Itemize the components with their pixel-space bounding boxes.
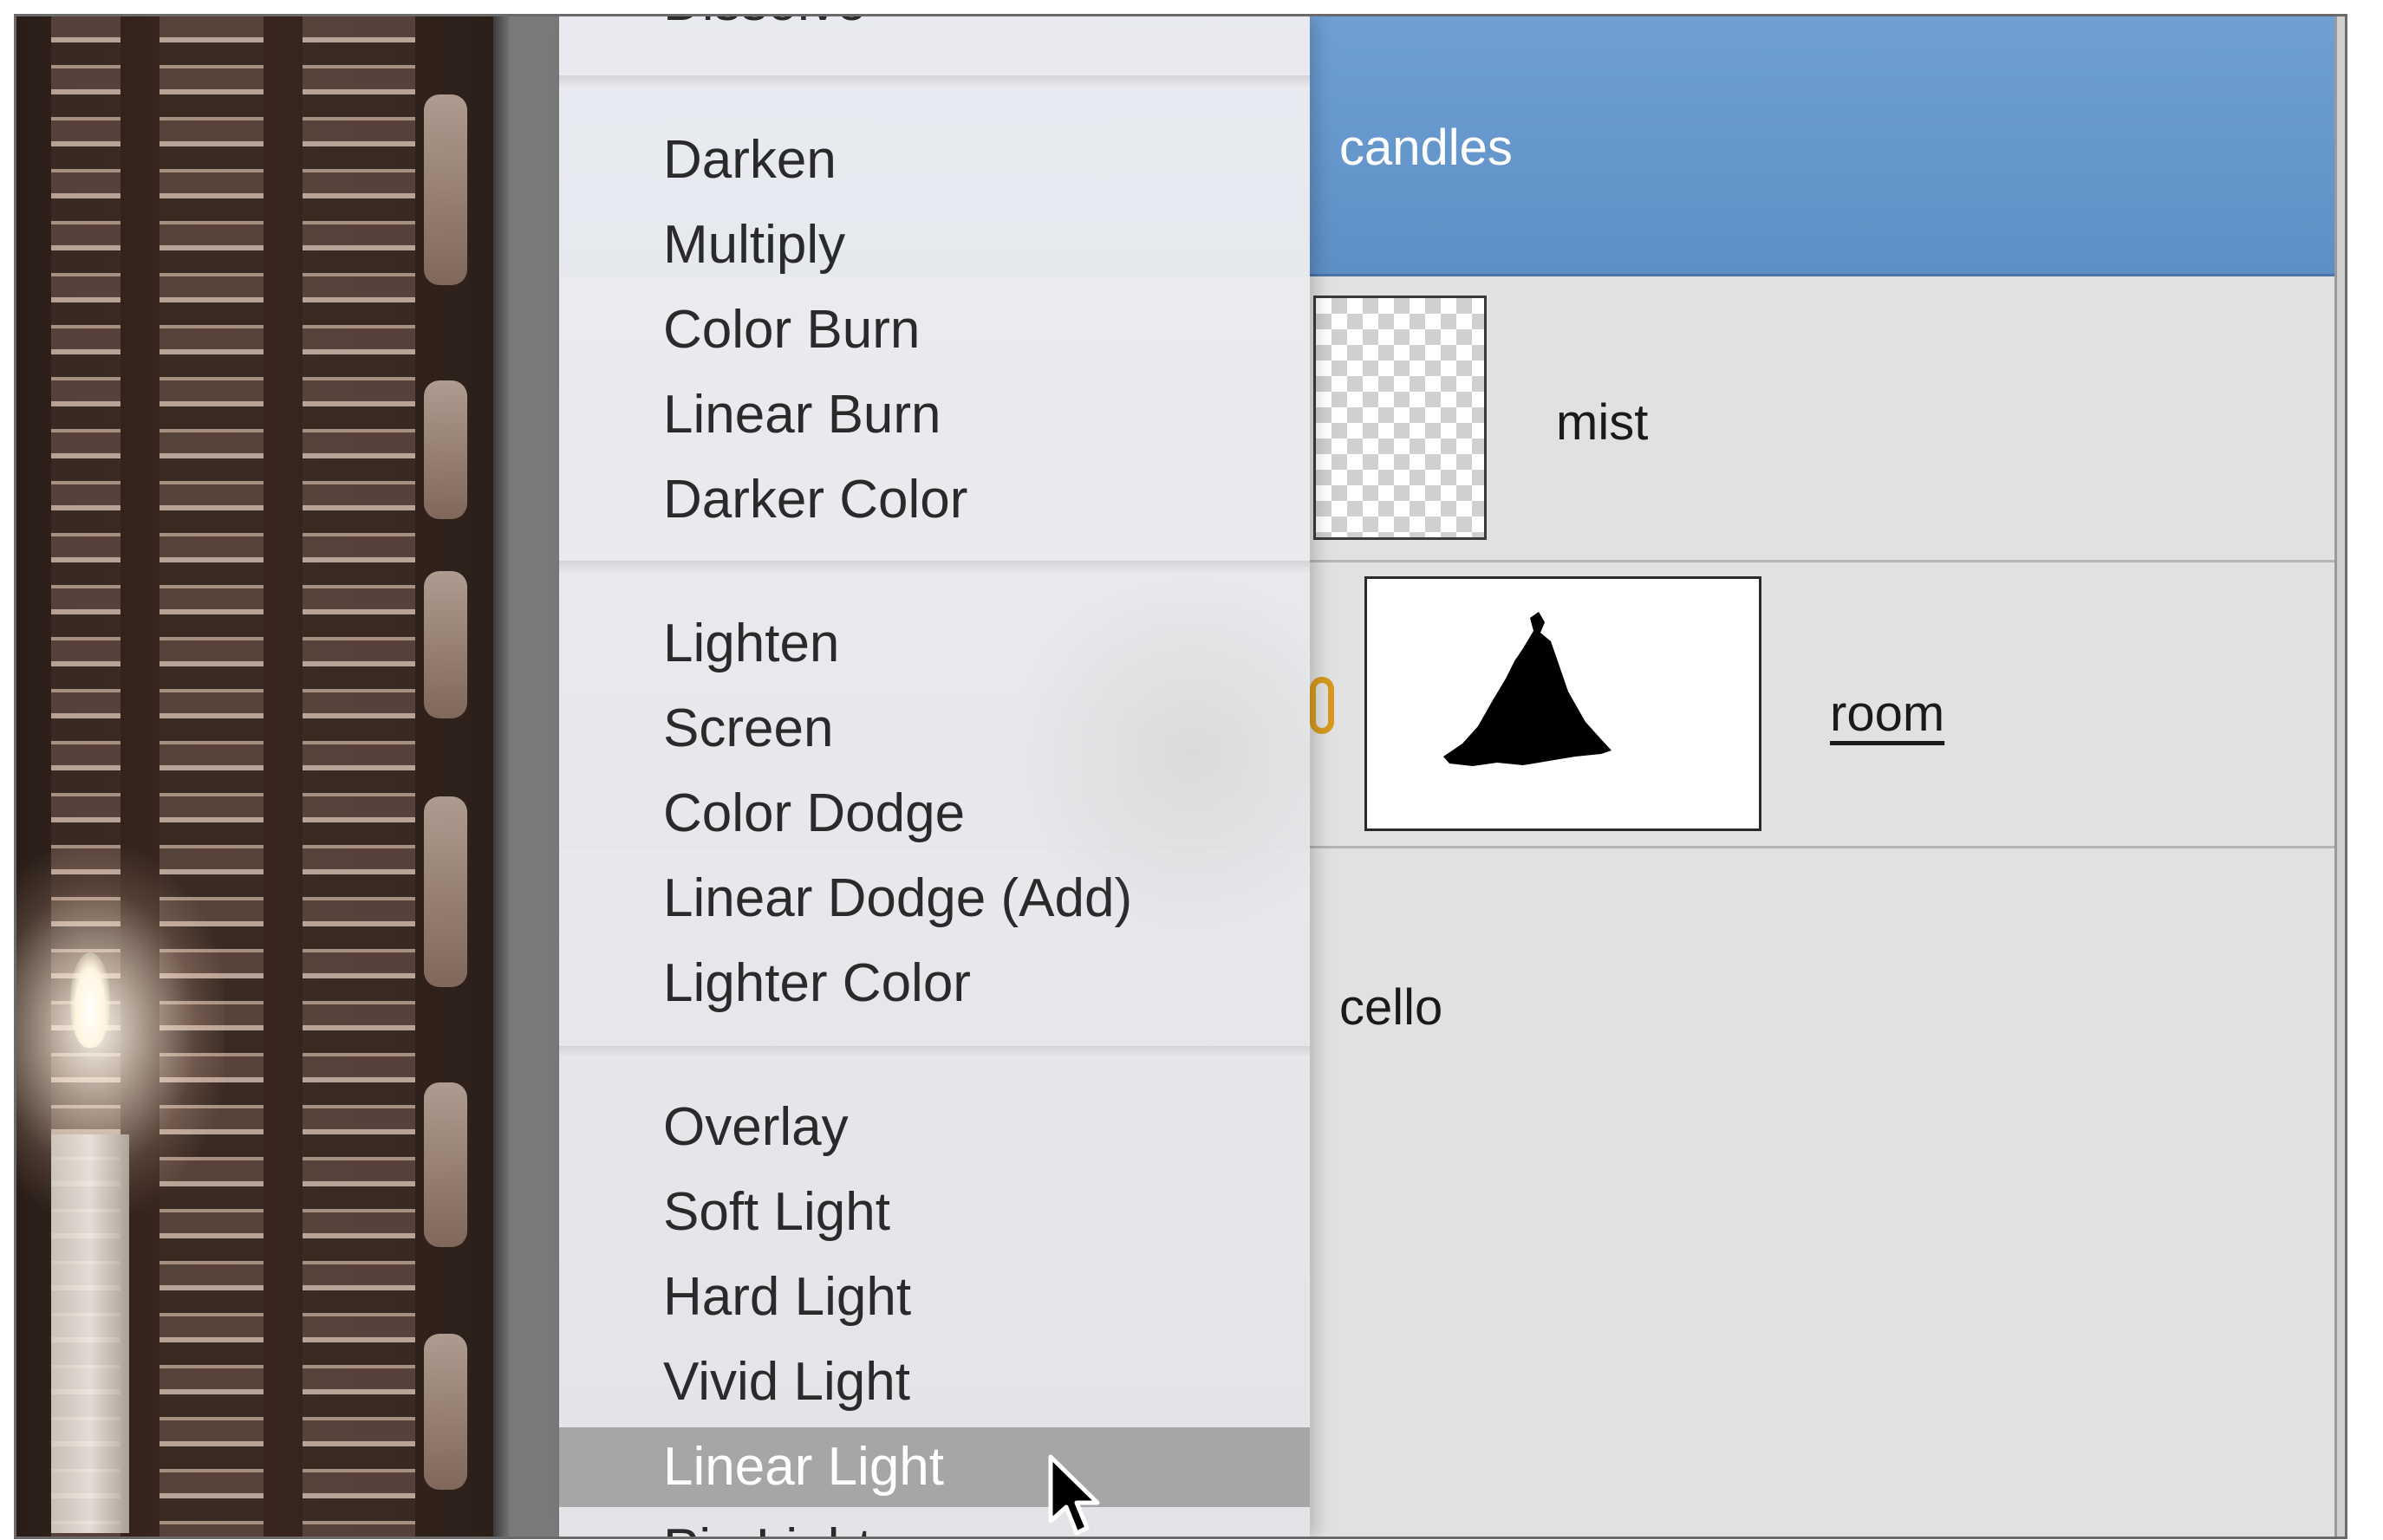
menu-item-color-burn[interactable]: Color Burn: [559, 290, 1310, 370]
layer-name: mist: [1556, 394, 1649, 451]
menu-item-vivid-light[interactable]: Vivid Light: [559, 1342, 1310, 1422]
blend-mode-menu[interactable]: Dissolve Darken Multiply Color Burn Line…: [559, 16, 1310, 1537]
panel-divider[interactable]: [493, 16, 509, 1537]
panel-right-edge: [2334, 16, 2345, 1537]
document-canvas[interactable]: [16, 16, 493, 1537]
menu-separator: [559, 1046, 1310, 1058]
layer-mask-thumbnail[interactable]: [1364, 576, 1761, 831]
menu-item-screen[interactable]: Screen: [559, 689, 1310, 769]
link-icon[interactable]: [1310, 677, 1334, 734]
candle-flame: [70, 952, 110, 1048]
window-pane: [424, 380, 467, 519]
arrow-cursor-icon: [1045, 1453, 1106, 1537]
menu-item-linear-burn[interactable]: Linear Burn: [559, 375, 1310, 455]
window-pane: [424, 796, 467, 987]
menu-item-lighter-color[interactable]: Lighter Color: [559, 944, 1310, 1023]
menu-item-hard-light[interactable]: Hard Light: [559, 1257, 1310, 1337]
window-pane: [424, 1082, 467, 1247]
menu-item-multiply[interactable]: Multiply: [559, 205, 1310, 285]
menu-item-darker-color[interactable]: Darker Color: [559, 460, 1310, 540]
menu-item-linear-light[interactable]: Linear Light: [559, 1427, 1310, 1507]
layer-name: candles: [1339, 120, 1513, 176]
stained-glass-column: [160, 16, 264, 1537]
menu-item-soft-light[interactable]: Soft Light: [559, 1173, 1310, 1252]
menu-item-linear-dodge-add[interactable]: Linear Dodge (Add): [559, 859, 1310, 939]
menu-item-dissolve[interactable]: Dissolve: [559, 16, 1310, 42]
menu-item-overlay[interactable]: Overlay: [559, 1088, 1310, 1167]
stained-glass-column: [303, 16, 415, 1537]
candle: [51, 1134, 129, 1533]
menu-item-lighten[interactable]: Lighten: [559, 604, 1310, 684]
panel-gutter: [509, 16, 559, 1537]
menu-item-darken[interactable]: Darken: [559, 120, 1310, 200]
window-pane: [424, 94, 467, 285]
menu-item-pin-light[interactable]: Pin Light: [559, 1509, 1310, 1537]
window-pane: [424, 1334, 467, 1490]
mask-silhouette: [1443, 612, 1611, 766]
layer-name: room: [1830, 686, 1945, 742]
menu-separator: [559, 75, 1310, 88]
layer-name: cello: [1339, 979, 1443, 1036]
layer-thumbnail[interactable]: [1313, 296, 1487, 540]
window-pane: [424, 571, 467, 718]
menu-item-color-dodge[interactable]: Color Dodge: [559, 774, 1310, 854]
screenshot-frame: candles mist room cello Dissolve Darken …: [14, 14, 2347, 1539]
menu-separator: [559, 561, 1310, 573]
